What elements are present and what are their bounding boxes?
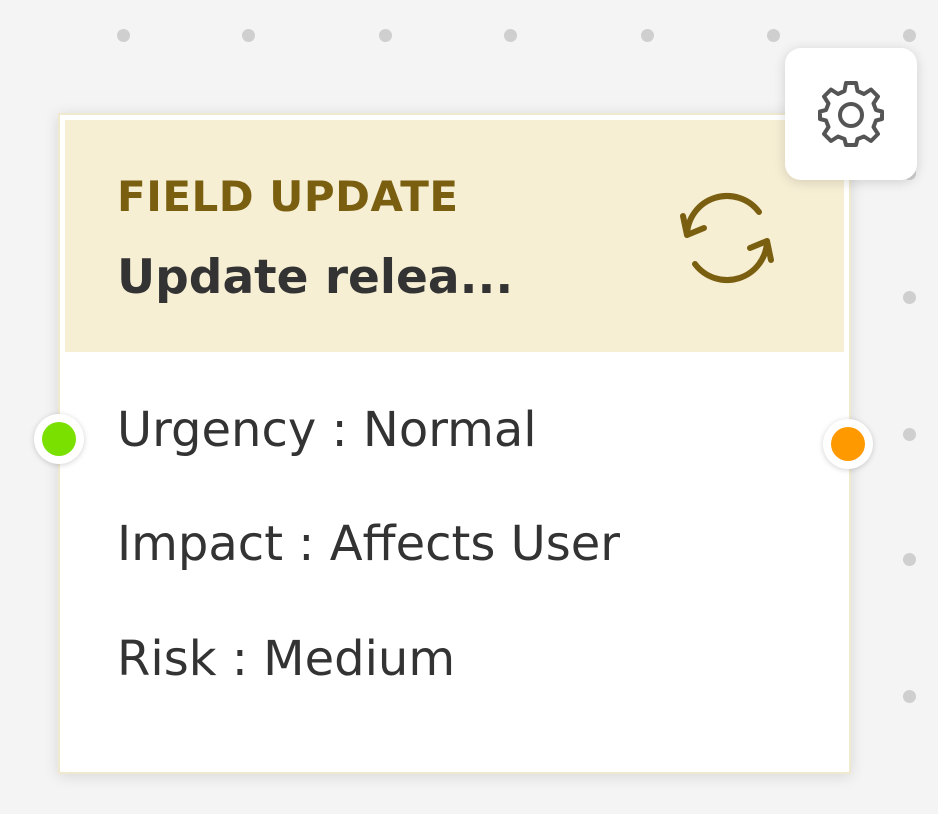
grid-dot	[903, 428, 916, 441]
grid-dot	[903, 291, 916, 304]
output-port[interactable]	[823, 419, 873, 469]
grid-dot	[504, 29, 517, 42]
grid-dot	[242, 29, 255, 42]
field-urgency: Urgency : Normal	[117, 402, 537, 458]
node-header: FIELD UPDATE Update relea...	[65, 120, 844, 352]
refresh-icon	[680, 192, 774, 284]
node-type-label: FIELD UPDATE	[117, 172, 459, 221]
field-impact: Impact : Affects User	[117, 516, 621, 572]
grid-dot	[117, 29, 130, 42]
grid-dot	[903, 553, 916, 566]
output-port-dot	[831, 427, 865, 461]
gear-icon	[818, 81, 884, 147]
node-title: Update relea...	[117, 250, 514, 305]
input-port[interactable]	[34, 414, 84, 464]
input-port-dot	[42, 422, 76, 456]
field-update-node[interactable]: FIELD UPDATE Update relea... Urgency : N…	[58, 113, 851, 774]
grid-dot	[903, 29, 916, 42]
field-risk: Risk : Medium	[117, 631, 456, 687]
node-body: Urgency : Normal Impact : Affects User R…	[65, 352, 844, 767]
grid-dot	[767, 29, 780, 42]
settings-button[interactable]	[785, 48, 917, 180]
grid-dot	[379, 29, 392, 42]
grid-dot	[903, 690, 916, 703]
grid-dot	[641, 29, 654, 42]
